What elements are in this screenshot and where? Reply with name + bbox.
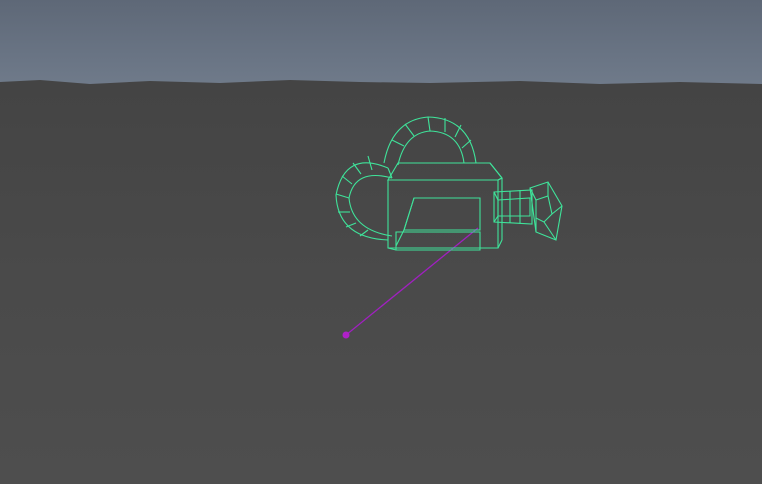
3d-viewport[interactable]	[0, 0, 762, 484]
aim-line	[345, 227, 479, 336]
scene-overlay	[335, 116, 563, 339]
camera-wireframe[interactable]	[335, 116, 563, 251]
aim-locator-point[interactable]	[342, 331, 350, 339]
